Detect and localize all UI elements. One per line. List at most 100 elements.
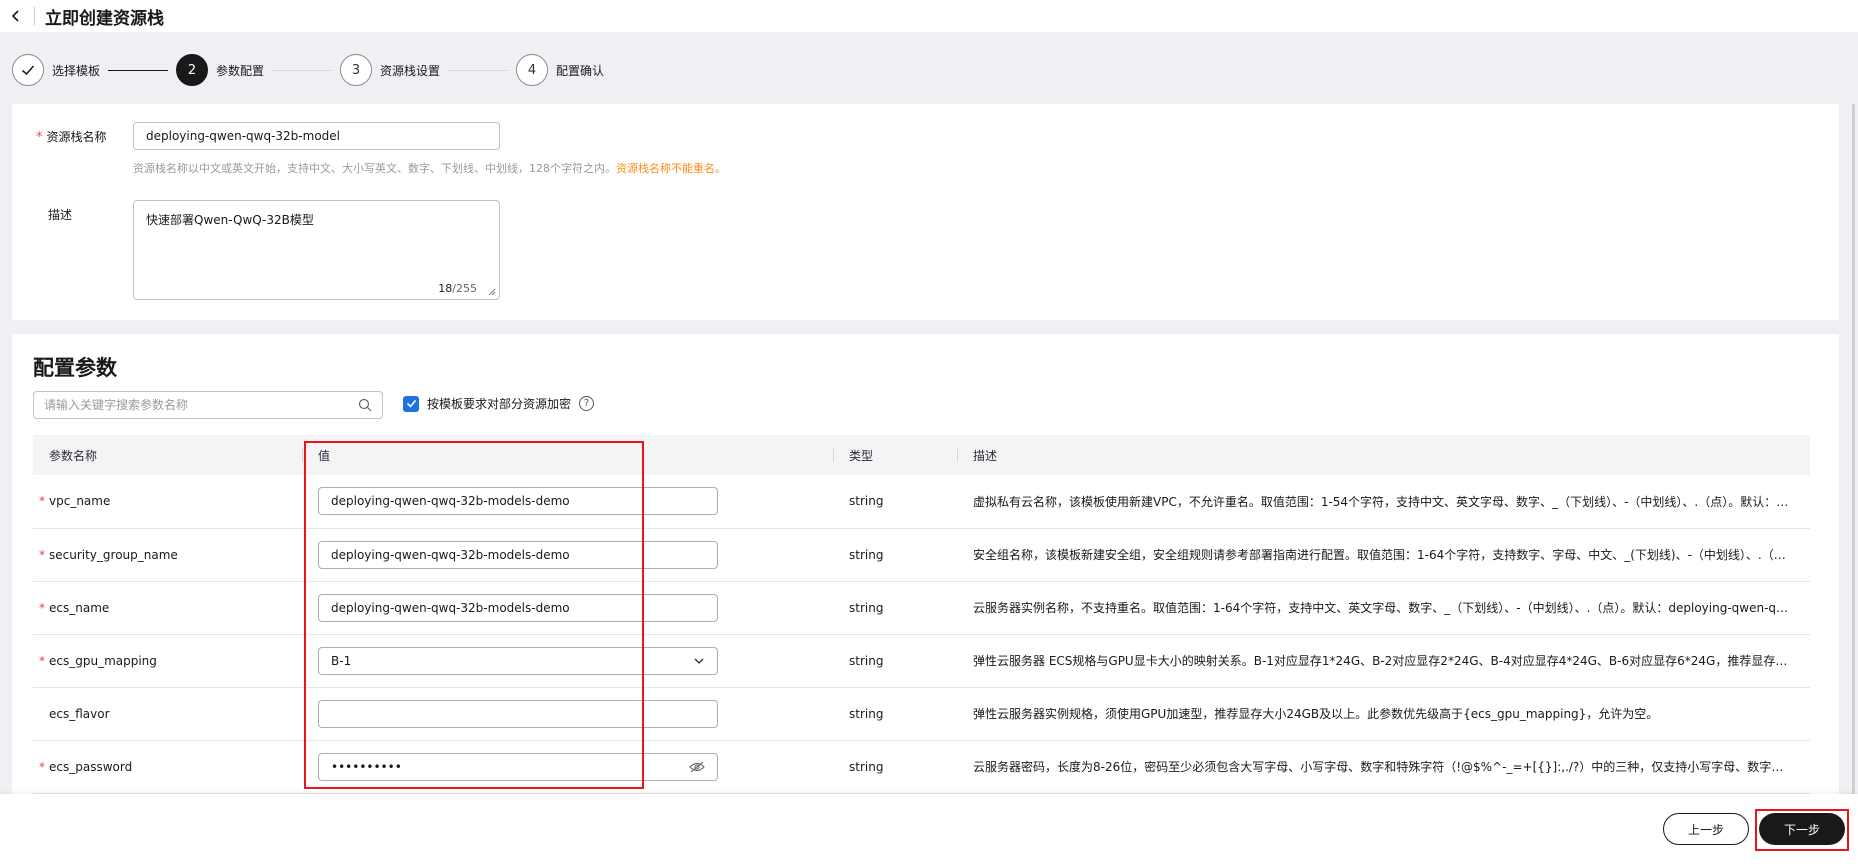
table-row: * ecs_name deploying-qwen-qwq-32b-models-… — [33, 581, 1810, 635]
param-description: 弹性云服务器实例规格，须使用GPU加速型，推荐显存大小24GB及以上。此参数优先… — [957, 687, 1810, 741]
step-number: 3 — [340, 54, 373, 86]
column-header-description: 描述 — [957, 435, 1810, 475]
table-row: * security_group_name deploying-qwen-qwq-… — [33, 528, 1810, 582]
param-name: ecs_flavor — [49, 706, 110, 721]
encrypt-label: 按模板要求对部分资源加密 — [427, 397, 572, 411]
param-type: string — [833, 475, 957, 529]
eye-hidden-icon[interactable] — [689, 761, 705, 773]
param-type: string — [833, 740, 957, 794]
table-row: * ecs_password •••••••••• string 云服务器密码，长… — [33, 740, 1810, 794]
param-name: ecs_gpu_mapping — [49, 653, 157, 668]
required-mark: * — [39, 600, 45, 615]
header-divider — [34, 7, 35, 25]
next-step-button[interactable]: 下一步 — [1759, 813, 1845, 845]
step-connector — [272, 69, 333, 71]
param-value-input[interactable]: deploying-qwen-qwq-32b-models-demo — [318, 487, 718, 516]
encrypt-checkbox[interactable] — [403, 395, 419, 412]
required-mark: * — [39, 494, 45, 509]
param-name: vpc_name — [49, 494, 111, 509]
description-textarea[interactable]: 快速部署Qwen-QwQ-32B模型 18/255 — [133, 200, 500, 300]
param-search-box[interactable] — [33, 391, 383, 419]
back-button[interactable] — [0, 0, 32, 32]
table-header-row: 参数名称 值 类型 描述 — [33, 435, 1810, 475]
param-value-input[interactable] — [318, 699, 718, 728]
param-description: 安全组名称，该模板新建安全组，安全组规则请参考部署指南进行配置。取值范围：1-6… — [957, 528, 1810, 582]
step-label: 配置确认 — [556, 63, 605, 78]
step-connector — [448, 69, 509, 71]
prev-step-button[interactable]: 上一步 — [1663, 813, 1749, 845]
param-name-cell: * vpc_name — [33, 475, 302, 529]
required-mark: * — [39, 653, 45, 668]
step-done-circle — [12, 54, 44, 86]
stack-name-hint: 资源栈名称以中文或英文开始，支持中文、大小写英文、数字、下划线、中划线，128个… — [133, 160, 726, 176]
param-type: string — [833, 634, 957, 688]
param-value-cell: B-1 — [302, 634, 833, 688]
required-mark: * — [39, 759, 45, 774]
resize-handle-icon[interactable] — [487, 287, 496, 296]
required-mark: * — [39, 547, 45, 562]
step-select-template[interactable]: 选择模板 — [12, 54, 100, 86]
help-icon[interactable]: ? — [579, 396, 595, 411]
param-description: 云服务器密码，长度为8-26位，密码至少必须包含大写字母、小写字母、数字和特殊字… — [957, 740, 1810, 794]
table-row: * vpc_name deploying-qwen-qwq-32b-models-… — [33, 475, 1810, 529]
page-header: 立即创建资源栈 — [0, 0, 1858, 32]
param-name-cell: * ecs_password — [33, 740, 302, 794]
password-input[interactable]: •••••••••• — [318, 752, 718, 781]
step-connector — [108, 69, 169, 71]
param-value-cell: deploying-qwen-qwq-32b-models-demo — [302, 528, 833, 582]
stack-name-value: deploying-qwen-qwq-32b-model — [146, 129, 340, 143]
param-search-input[interactable] — [44, 398, 358, 412]
chevron-down-icon[interactable] — [693, 655, 705, 667]
step-number: 4 — [516, 54, 549, 86]
param-type: string — [833, 581, 957, 635]
param-value-input[interactable]: deploying-qwen-qwq-32b-models-demo — [318, 593, 718, 622]
table-row: ecs_flavor string 弹性云服务器实例规格，须使用GPU加速型，推… — [33, 687, 1810, 741]
stack-name-label-text: 资源栈名称 — [46, 130, 107, 144]
table-row: * ecs_gpu_mapping B-1 string 弹性云服务器 ECS规格… — [33, 634, 1810, 688]
param-name: ecs_name — [49, 600, 110, 615]
char-count: 18 — [438, 282, 453, 295]
param-type: string — [833, 687, 957, 741]
param-value: B-1 — [331, 653, 352, 668]
column-header-name: 参数名称 — [33, 435, 302, 475]
param-value-cell — [302, 687, 833, 741]
step-number: 2 — [176, 54, 209, 86]
column-header-value: 值 — [302, 435, 833, 475]
param-value-cell: •••••••••• — [302, 740, 833, 794]
param-value: deploying-qwen-qwq-32b-models-demo — [331, 547, 570, 562]
param-description: 虚拟私有云名称，该模板使用新建VPC，不允许重名。取值范围：1-54个字符，支持… — [957, 475, 1810, 529]
param-value: deploying-qwen-qwq-32b-models-demo — [331, 600, 570, 615]
column-header-type: 类型 — [833, 435, 957, 475]
hint-warning: 资源栈名称不能重名。 — [616, 162, 726, 175]
char-max: /255 — [452, 282, 477, 295]
param-value-input[interactable]: deploying-qwen-qwq-32b-models-demo — [318, 540, 718, 569]
description-value: 快速部署Qwen-QwQ-32B模型 — [146, 213, 314, 227]
stack-name-label: * 资源栈名称 — [36, 128, 107, 145]
hint-text: 资源栈名称以中文或英文开始，支持中文、大小写英文、数字、下划线、中划线，128个… — [133, 162, 616, 175]
param-value: •••••••••• — [331, 759, 402, 774]
param-name-cell: * ecs_name — [33, 581, 302, 635]
step-param-config: 2 参数配置 — [176, 54, 264, 86]
stack-name-input[interactable]: deploying-qwen-qwq-32b-model — [133, 122, 500, 150]
step-label: 选择模板 — [52, 63, 101, 78]
section-title: 配置参数 — [33, 356, 117, 380]
param-value-cell: deploying-qwen-qwq-32b-models-demo — [302, 581, 833, 635]
char-counter: 18/255 — [438, 282, 477, 295]
check-icon — [22, 65, 35, 76]
step-stack-settings: 3 资源栈设置 — [340, 54, 440, 86]
search-icon[interactable] — [358, 398, 372, 412]
page-scrollbar[interactable] — [1852, 104, 1855, 794]
description-label: 描述 — [48, 208, 73, 222]
step-label: 参数配置 — [216, 63, 265, 78]
step-confirm: 4 配置确认 — [516, 54, 604, 86]
basic-info-panel: * 资源栈名称 deploying-qwen-qwq-32b-model 资源栈名… — [12, 104, 1839, 320]
required-mark: * — [36, 130, 43, 145]
config-params-panel: 配置参数 按模板要求对部分资源加密 ? 参数名称 值 类型 描述 * vpc_na… — [12, 334, 1839, 794]
page-title: 立即创建资源栈 — [45, 8, 164, 29]
param-value: deploying-qwen-qwq-32b-models-demo — [331, 494, 570, 509]
footer-bar: 上一步 下一步 — [0, 794, 1858, 864]
param-name: ecs_password — [49, 759, 133, 774]
encrypt-option: 按模板要求对部分资源加密 ? — [403, 395, 595, 412]
param-value-select[interactable]: B-1 — [318, 646, 718, 675]
params-table: 参数名称 值 类型 描述 * vpc_name deploying-qwen-qw… — [33, 435, 1810, 794]
